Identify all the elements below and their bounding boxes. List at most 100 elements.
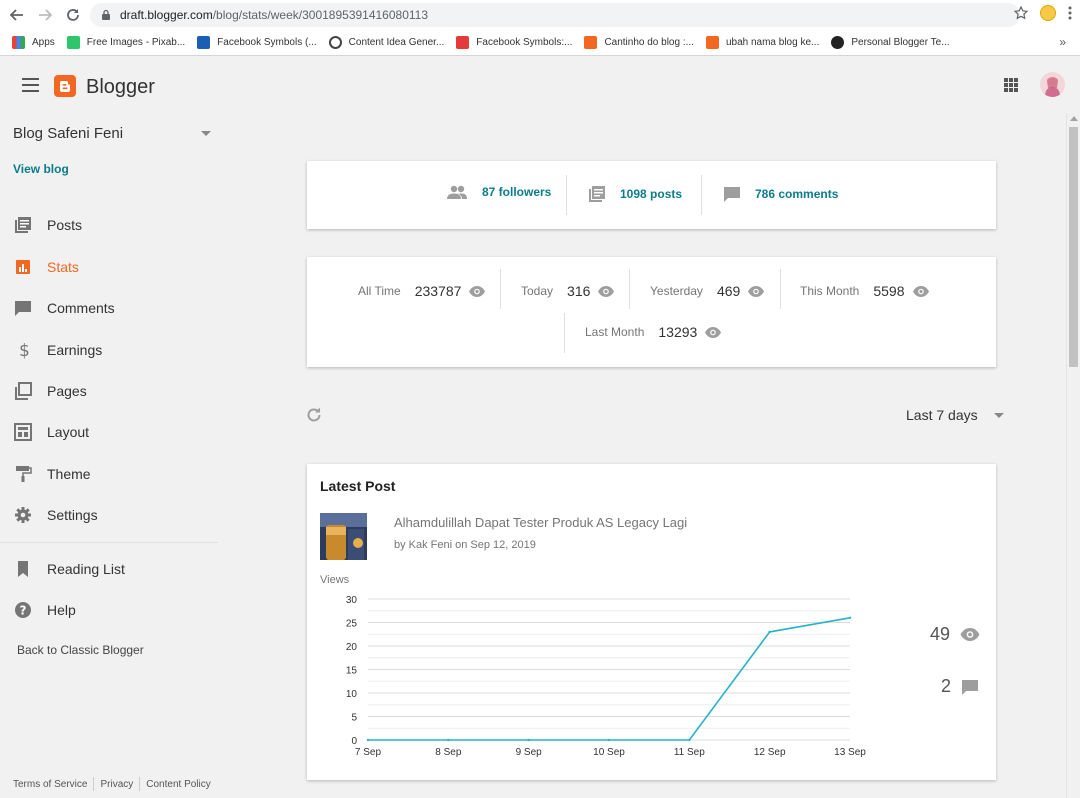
stat-label: Yesterday bbox=[650, 284, 703, 298]
y-tick-label: 10 bbox=[346, 689, 358, 700]
bookmarks-overflow-button[interactable]: » bbox=[1059, 35, 1066, 49]
eye-icon bbox=[598, 285, 615, 297]
footer-links: Terms of Service Privacy Content Policy bbox=[13, 777, 211, 791]
apps-grid-icon[interactable] bbox=[1004, 78, 1018, 92]
terms-link[interactable]: Terms of Service bbox=[13, 779, 87, 790]
data-point[interactable] bbox=[527, 738, 530, 742]
sidebar-item-comments[interactable]: Comments bbox=[0, 293, 220, 323]
blog-selector[interactable]: Blog Safeni Feni bbox=[13, 125, 123, 142]
bookmark-label: Cantinho do blog :... bbox=[604, 37, 694, 48]
apps-grid-icon bbox=[12, 36, 25, 49]
sidebar-item-pages[interactable]: Pages bbox=[0, 376, 220, 406]
content-policy-link[interactable]: Content Policy bbox=[146, 779, 210, 790]
sidebar-item-reading-list[interactable]: Reading List bbox=[0, 554, 220, 584]
menu-dots-icon[interactable] bbox=[1068, 6, 1072, 20]
pages-icon bbox=[15, 382, 32, 400]
y-tick-label: 0 bbox=[351, 736, 357, 747]
sidebar-item-label: Help bbox=[47, 602, 76, 618]
chevron-down-icon[interactable] bbox=[201, 131, 211, 136]
x-tick-label: 12 Sep bbox=[754, 747, 786, 758]
bookmark-item[interactable]: Facebook Symbols:... bbox=[456, 36, 572, 49]
bookmark-item[interactable]: Free Images - Pixab... bbox=[66, 36, 185, 49]
eye-icon bbox=[960, 628, 980, 641]
sidebar-item-stats[interactable]: Stats bbox=[0, 252, 220, 282]
divider bbox=[500, 269, 501, 309]
reload-icon[interactable] bbox=[62, 4, 84, 26]
view-blog-link[interactable]: View blog bbox=[13, 162, 69, 176]
back-to-classic-link[interactable]: Back to Classic Blogger bbox=[17, 643, 144, 657]
data-point[interactable] bbox=[607, 738, 611, 742]
sidebar-item-help[interactable]: ? Help bbox=[0, 595, 220, 625]
svg-text:$: $ bbox=[19, 341, 30, 359]
bookmark-icon bbox=[18, 561, 28, 577]
divider bbox=[701, 175, 702, 215]
sidebar-item-posts[interactable]: Posts bbox=[0, 210, 220, 240]
y-tick-label: 15 bbox=[346, 666, 358, 677]
address-bar[interactable]: draft.blogger.com/blog/stats/week/300189… bbox=[90, 3, 1020, 27]
privacy-link[interactable]: Privacy bbox=[100, 779, 133, 790]
x-tick-label: 10 Sep bbox=[593, 747, 625, 758]
y-tick-label: 5 bbox=[351, 713, 357, 724]
url-host: draft.blogger.com bbox=[120, 8, 213, 22]
bookmark-label: Content Idea Gener... bbox=[348, 37, 445, 48]
scrollbar-thumb[interactable] bbox=[1069, 127, 1078, 367]
divider bbox=[566, 175, 567, 215]
bookmark-item[interactable]: ubah nama blog ke... bbox=[705, 36, 820, 49]
x-tick-label: 9 Sep bbox=[516, 747, 543, 758]
scroll-up-arrow-icon[interactable] bbox=[1070, 116, 1078, 121]
sidebar-item-theme[interactable]: Theme bbox=[0, 459, 220, 489]
blogger-logo-icon[interactable] bbox=[54, 75, 76, 97]
hamburger-menu-icon[interactable] bbox=[22, 78, 39, 92]
divider bbox=[780, 269, 781, 309]
sidebar-item-label: Theme bbox=[47, 466, 91, 482]
stat-value: 316 bbox=[567, 283, 591, 299]
data-point[interactable] bbox=[848, 616, 852, 619]
posts-icon bbox=[15, 217, 31, 233]
eye-icon bbox=[469, 285, 486, 297]
bookmark-item[interactable]: Personal Blogger Te... bbox=[831, 36, 950, 49]
avatar[interactable] bbox=[1040, 72, 1065, 97]
svg-text:?: ? bbox=[20, 604, 27, 618]
pixabay-icon bbox=[66, 36, 80, 49]
sidebar-item-label: Earnings bbox=[47, 342, 103, 358]
views-chart: 0 5 10 15 20 25 30 7 Sep 8 Sep 9 Sep 10 Sep 11 Sep 1… bbox=[346, 595, 866, 758]
date-range-select[interactable]: Last 7 days bbox=[906, 407, 978, 423]
comments-link[interactable]: 786 comments bbox=[723, 185, 838, 203]
stat-value: 5598 bbox=[873, 283, 905, 299]
y-tick-label: 30 bbox=[346, 595, 358, 606]
posts-link[interactable]: 1098 posts bbox=[588, 185, 682, 203]
brand-name[interactable]: Blogger bbox=[86, 76, 155, 99]
data-point[interactable] bbox=[366, 738, 370, 742]
total-views: 49 bbox=[930, 624, 980, 645]
chevron-down-icon[interactable] bbox=[994, 413, 1004, 418]
bookmark-item[interactable]: Apps bbox=[12, 36, 55, 49]
summary-card: 87 followers 1098 posts 786 comments bbox=[307, 161, 996, 229]
data-point[interactable] bbox=[768, 630, 771, 634]
sidebar-item-label: Comments bbox=[47, 300, 115, 316]
star-icon[interactable] bbox=[1014, 6, 1028, 20]
stat-value: 233787 bbox=[414, 283, 462, 299]
bookmark-item[interactable]: Content Idea Gener... bbox=[328, 36, 445, 49]
x-tick-label: 11 Sep bbox=[674, 747, 705, 758]
comment-icon bbox=[962, 679, 979, 695]
profile-emoji-icon[interactable] bbox=[1040, 5, 1056, 21]
bookmark-label: Personal Blogger Te... bbox=[851, 37, 950, 48]
back-arrow-icon[interactable] bbox=[6, 4, 28, 26]
url-path: /blog/stats/week/3001895391416080113 bbox=[212, 8, 429, 22]
forward-arrow-icon[interactable] bbox=[34, 4, 56, 26]
data-point[interactable] bbox=[447, 738, 450, 742]
comment-icon bbox=[15, 301, 31, 316]
refresh-icon[interactable] bbox=[306, 407, 322, 423]
bookmark-label: Facebook Symbols:... bbox=[476, 37, 573, 48]
bookmark-item[interactable]: Cantinho do blog :... bbox=[584, 36, 694, 49]
data-point[interactable] bbox=[688, 738, 691, 742]
sidebar-item-layout[interactable]: Layout bbox=[0, 417, 220, 447]
sidebar-item-earnings[interactable]: $ Earnings bbox=[0, 335, 220, 365]
eye-icon bbox=[748, 285, 765, 297]
bookmark-item[interactable]: Facebook Symbols (... bbox=[197, 36, 317, 49]
blogger-icon bbox=[584, 36, 598, 49]
sidebar-item-settings[interactable]: Settings bbox=[0, 500, 220, 530]
bookmark-label: ubah nama blog ke... bbox=[725, 37, 820, 48]
followers-link[interactable]: 87 followers bbox=[446, 185, 551, 199]
y-tick-label: 25 bbox=[346, 619, 358, 630]
